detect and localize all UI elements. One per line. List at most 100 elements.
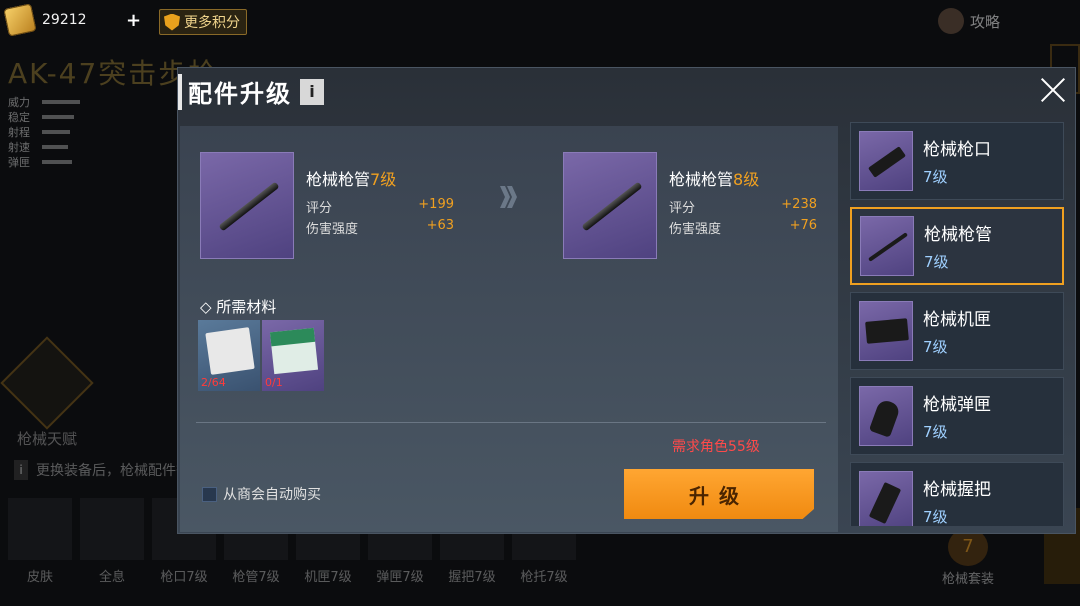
dialog-header: 配件升级 i <box>178 68 1075 120</box>
tab-skin[interactable]: 皮肤 <box>8 498 72 585</box>
part-level: 8级 <box>733 170 760 189</box>
barrel-icon <box>860 216 914 276</box>
stat-row: 威力 <box>8 94 80 109</box>
upgrade-label: 升级 <box>689 483 749 508</box>
tab-holo[interactable]: 全息 <box>80 498 144 585</box>
stat-row: 射速 <box>8 139 80 154</box>
stat-value: +199 <box>418 197 454 212</box>
barrel-icon <box>563 152 657 259</box>
stat-bar <box>42 99 80 104</box>
part-name: 枪械枪管8级 <box>669 170 760 189</box>
stat-label: 伤害强度 <box>306 222 359 237</box>
auto-buy-label: 从商会自动购买 <box>223 487 321 503</box>
upgrade-button[interactable]: 升级 <box>624 469 814 519</box>
material-item[interactable]: 2/64 <box>198 320 260 391</box>
stat-row: 稳定 <box>8 109 80 124</box>
upgrade-detail-panel: 枪械枪管7级 评分 +199 伤害强度 +63 枪械枪管8级 评分 +238 伤… <box>180 126 838 532</box>
stat-row: 弹匣 <box>8 154 80 169</box>
dialog-title: 配件升级 <box>188 80 292 108</box>
material-count: 2/64 <box>201 376 226 389</box>
tab-label: 枪口7级 <box>160 570 208 585</box>
stat-bar <box>42 114 74 119</box>
shield-icon <box>164 13 180 31</box>
suit-label: 枪械套装 <box>941 572 994 587</box>
list-item-level: 7级 <box>923 423 948 441</box>
part-name: 枪械枪管7级 <box>306 170 397 189</box>
list-item-grip[interactable]: 枪械握把 7级 <box>850 462 1064 526</box>
level-requirement: 需求角色55级 <box>672 439 760 455</box>
barrel-icon <box>200 152 294 259</box>
guide-button[interactable]: 攻略 <box>937 8 1000 34</box>
tab-label: 枪管7级 <box>232 570 280 585</box>
stat-label: 伤害强度 <box>669 222 722 237</box>
top-bar: 29212 + 更多积分 攻略 <box>0 0 1080 44</box>
stat-value: +238 <box>781 197 817 212</box>
double-chevron-right-icon <box>500 186 517 208</box>
more-points-button[interactable]: 更多积分 <box>159 9 247 35</box>
talent-label: 枪械天赋 <box>16 430 77 448</box>
tab-label: 机匣7级 <box>304 570 352 585</box>
currency-value: 29212 <box>42 12 87 28</box>
stat-name: 射速 <box>8 140 30 154</box>
stat-bar <box>42 144 68 149</box>
stat-name: 威力 <box>8 95 30 109</box>
attachment-list: 枪械枪口 7级 枪械枪管 7级 枪械机匣 7级 枪械弹匣 7级 枪械握把 7级 <box>848 122 1066 526</box>
list-item-level: 7级 <box>923 168 948 186</box>
stat-value: +76 <box>789 218 817 233</box>
list-item-text: 枪械枪口 7级 <box>923 135 991 187</box>
title-accent-bar <box>178 74 182 110</box>
list-item-name: 枪械弹匣 <box>923 395 991 415</box>
stat-name: 弹匣 <box>8 155 30 169</box>
holo-sight-icon <box>80 498 144 560</box>
list-item-text: 枪械枪管 7级 <box>924 220 992 272</box>
stat-name: 稳定 <box>8 110 30 124</box>
info-icon: i <box>14 460 28 480</box>
list-item-barrel[interactable]: 枪械枪管 7级 <box>850 207 1064 285</box>
talent-icon <box>0 336 94 430</box>
tab-label: 皮肤 <box>26 570 53 585</box>
blueprint-papers-icon <box>205 327 255 375</box>
tab-label: 握把7级 <box>448 570 496 585</box>
tab-label: 全息 <box>98 570 125 585</box>
stat-bar <box>42 159 72 164</box>
current-part-info: 枪械枪管7级 评分 +199 伤害强度 +63 <box>306 152 454 259</box>
stat-row: 射程 <box>8 124 80 139</box>
info-button[interactable]: i <box>300 79 324 105</box>
stat-bar <box>42 129 70 134</box>
list-item-text: 枪械机匣 7级 <box>923 305 991 357</box>
part-stats: 评分 +238 伤害强度 +76 <box>669 197 817 237</box>
current-part-card: 枪械枪管7级 评分 +199 伤害强度 +63 <box>200 152 454 259</box>
material-count: 0/1 <box>265 376 283 389</box>
list-item-level: 7级 <box>923 338 948 356</box>
materials-title: ◇ 所需材料 <box>200 298 277 316</box>
list-item-level: 7级 <box>923 508 948 526</box>
material-item[interactable]: 0/1 <box>262 320 324 391</box>
add-currency-button[interactable]: + <box>126 10 141 31</box>
next-part-info: 枪械枪管8级 评分 +238 伤害强度 +76 <box>669 152 817 259</box>
next-part-card: 枪械枪管8级 评分 +238 伤害强度 +76 <box>563 152 817 259</box>
tab-label: 弹匣7级 <box>376 570 424 585</box>
magazine-icon <box>859 386 913 446</box>
stat-label: 评分 <box>669 201 696 216</box>
guide-avatar-icon <box>937 8 964 34</box>
weapon-stats: 威力 稳定 射程 射速 弹匣 <box>8 94 80 169</box>
gun-suit-button[interactable]: 7 枪械套装 <box>942 528 994 587</box>
gun-talent-button[interactable]: 枪械天赋 <box>0 336 94 449</box>
list-item-magazine[interactable]: 枪械弹匣 7级 <box>850 377 1064 455</box>
auto-buy-option[interactable]: 从商会自动购买 <box>202 484 321 504</box>
list-item-muzzle[interactable]: 枪械枪口 7级 <box>850 122 1064 200</box>
materials-list: 2/64 0/1 <box>198 320 324 391</box>
auto-buy-checkbox[interactable] <box>202 486 217 502</box>
list-item-receiver[interactable]: 枪械机匣 7级 <box>850 292 1064 370</box>
stat-label: 评分 <box>306 201 333 216</box>
list-item-name: 枪械机匣 <box>923 310 991 330</box>
guide-label: 攻略 <box>969 12 1000 31</box>
currency-display: 29212 <box>3 3 87 37</box>
receiver-icon <box>859 301 913 361</box>
list-item-level: 7级 <box>924 253 949 271</box>
stat-name: 射程 <box>8 125 30 139</box>
close-icon[interactable] <box>1039 76 1067 104</box>
divider <box>196 422 826 423</box>
more-points-label: 更多积分 <box>184 15 240 31</box>
tab-label: 枪托7级 <box>520 570 568 585</box>
